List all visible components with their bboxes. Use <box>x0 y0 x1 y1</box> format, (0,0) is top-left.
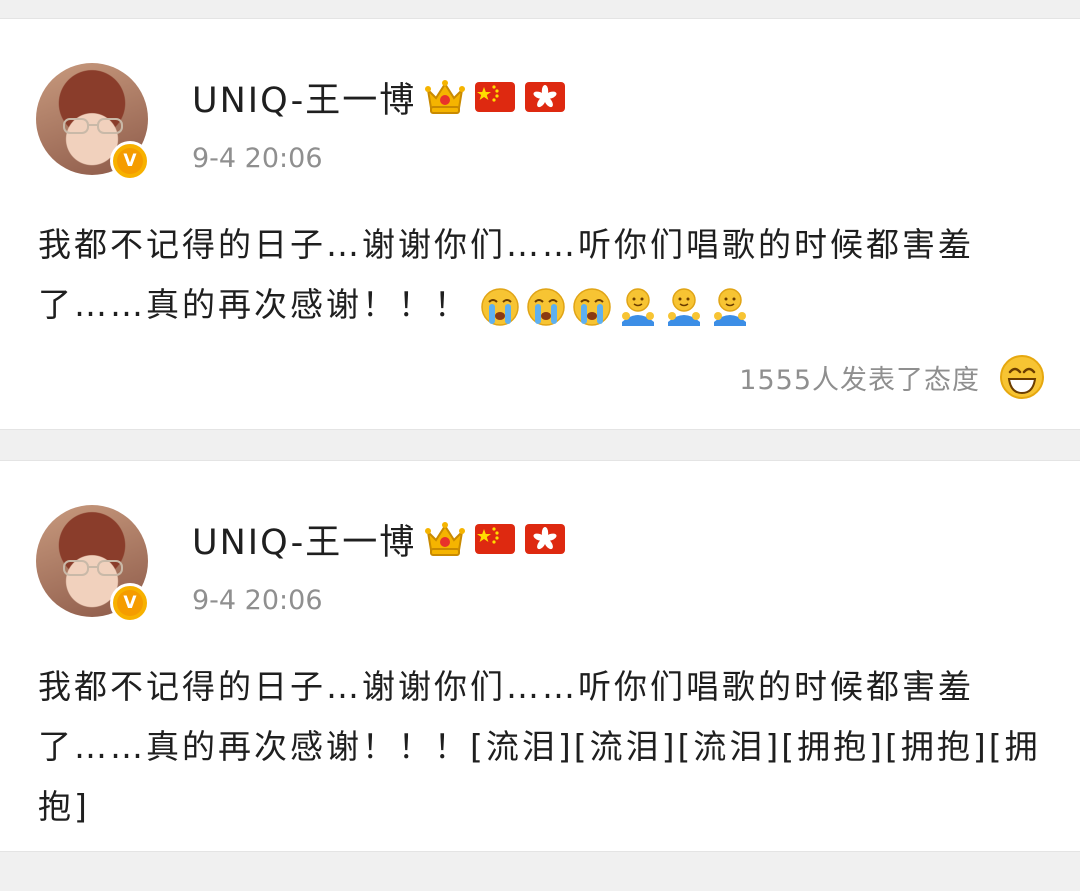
post-card[interactable]: V UNIQ-王一博 9-4 20:06 我都不记得的日子…谢谢你们……听你们唱… <box>0 18 1080 430</box>
verified-badge-icon: V <box>110 141 150 181</box>
crying-emoji-icon <box>480 286 520 328</box>
reaction-count-text: 1555人发表了态度 <box>739 364 980 396</box>
author-row: UNIQ-王一博 <box>192 73 566 121</box>
china-flag-icon <box>474 78 516 116</box>
glasses-graphic <box>63 560 123 576</box>
reactions-summary[interactable]: 1555人发表了态度 <box>739 353 1046 401</box>
timestamp: 9-4 20:06 <box>192 585 323 616</box>
username[interactable]: UNIQ-王一博 <box>192 514 416 565</box>
china-flag-icon <box>474 520 516 558</box>
post-body: 我都不记得的日子…谢谢你们……听你们唱歌的时候都害羞了……真的再次感谢！！！ <box>38 215 1048 335</box>
hong-kong-flag-icon <box>524 520 566 558</box>
post-card[interactable]: V UNIQ-王一博 9-4 20:06 我都不记得的日子…谢谢你们……听你们唱… <box>0 460 1080 852</box>
crown-icon <box>424 520 466 558</box>
hug-emoji-icon <box>664 286 704 328</box>
crown-icon <box>424 78 466 116</box>
post-body: 我都不记得的日子…谢谢你们……听你们唱歌的时候都害羞了……真的再次感谢！！！[流… <box>38 657 1048 837</box>
glasses-graphic <box>63 118 123 134</box>
weibo-feed: V UNIQ-王一博 9-4 20:06 我都不记得的日子…谢谢你们……听你们唱… <box>0 0 1080 891</box>
author-row: UNIQ-王一博 <box>192 515 566 563</box>
verified-badge-icon: V <box>110 583 150 623</box>
laughing-face-icon[interactable] <box>998 353 1046 401</box>
post-text: 我都不记得的日子…谢谢你们……听你们唱歌的时候都害羞了……真的再次感谢！！！[流… <box>38 667 1041 826</box>
timestamp: 9-4 20:06 <box>192 143 323 174</box>
hug-emoji-icon <box>710 286 750 328</box>
hong-kong-flag-icon <box>524 78 566 116</box>
hug-emoji-icon <box>618 286 658 328</box>
emoji-row <box>480 286 750 328</box>
username[interactable]: UNIQ-王一博 <box>192 72 416 123</box>
crying-emoji-icon <box>526 286 566 328</box>
crying-emoji-icon <box>572 286 612 328</box>
